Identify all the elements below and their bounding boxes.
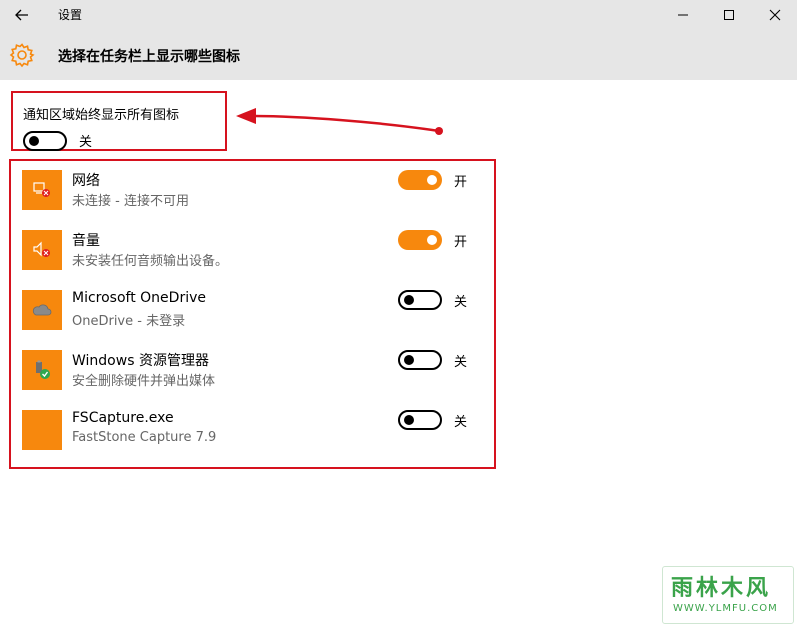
item-name: Windows 资源管理器	[72, 353, 209, 369]
toggle-state: 开	[454, 175, 468, 190]
usb-eject-icon	[22, 350, 62, 390]
list-item-explorer: Windows 资源管理器 安全删除硬件并弹出媒体 关	[11, 341, 494, 401]
item-name: Microsoft OneDrive	[72, 290, 206, 306]
watermark-text: 雨林木风	[671, 576, 772, 601]
toggle-state: 关	[454, 355, 468, 370]
list-item-onedrive: Microsoft OneDrive OneDrive - 未登录 关	[11, 281, 494, 341]
toggle-knob	[404, 355, 414, 365]
item-description: 未安装任何音频输出设备。	[72, 254, 229, 269]
toggle-knob	[427, 175, 437, 185]
list-item-fscapture: FSCapture.exe FastStone Capture 7.9 关	[11, 401, 494, 461]
toggle-knob	[404, 295, 414, 305]
item-name: 网络	[72, 173, 100, 189]
fscapture-toggle[interactable]	[398, 410, 442, 430]
explorer-toggle[interactable]	[398, 350, 442, 370]
item-name: 音量	[72, 233, 100, 249]
list-item-network: 网络 未连接 - 连接不可用 开	[11, 161, 494, 221]
cloud-icon	[22, 290, 62, 330]
icon-list-highlight: 网络 未连接 - 连接不可用 开 音量 未安装任何音频输出设备。 开 Micro…	[9, 159, 496, 469]
toggle-state: 关	[454, 415, 468, 430]
watermark-logo: 雨林木风 WWW.YLMFU.COM	[662, 566, 794, 624]
network-toggle[interactable]	[398, 170, 442, 190]
toggle-knob	[404, 415, 414, 425]
watermark-url: WWW.YLMFU.COM	[673, 603, 778, 614]
item-description: 安全删除硬件并弹出媒体	[72, 374, 216, 389]
item-description: FastStone Capture 7.9	[72, 430, 217, 445]
network-error-icon	[22, 170, 62, 210]
item-name: FSCapture.exe	[72, 410, 174, 426]
app-icon	[22, 410, 62, 450]
item-description: OneDrive - 未登录	[72, 314, 186, 329]
onedrive-toggle[interactable]	[398, 290, 442, 310]
toggle-state: 开	[454, 235, 468, 250]
volume-error-icon	[22, 230, 62, 270]
list-item-volume: 音量 未安装任何音频输出设备。 开	[11, 221, 494, 281]
volume-toggle[interactable]	[398, 230, 442, 250]
toggle-state: 关	[454, 295, 468, 310]
toggle-knob	[427, 235, 437, 245]
item-description: 未连接 - 连接不可用	[72, 194, 189, 209]
